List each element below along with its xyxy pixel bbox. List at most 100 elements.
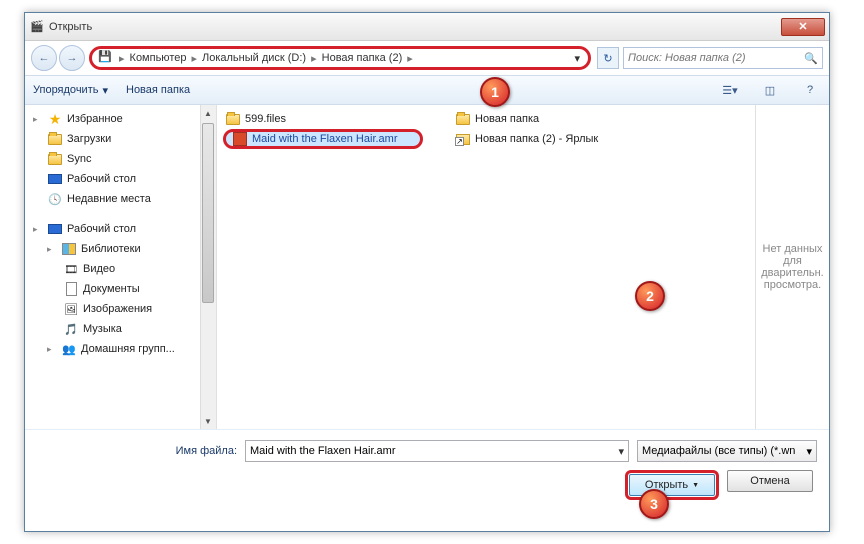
tree-favorites[interactable]: ▸ ★ Избранное [25, 109, 216, 129]
tree-label: Изображения [83, 303, 152, 315]
file-item-selected[interactable]: Maid with the Flaxen Hair.amr [223, 129, 423, 149]
tree-homegroup[interactable]: ▸ 👥 Домашняя групп... [25, 339, 216, 359]
open-dialog: 🎬 Открыть ✕ ← → 💾 ▸ Компьютер ▸ Локальны… [24, 12, 830, 532]
homegroup-icon: 👥 [61, 341, 77, 357]
nav-row: ← → 💾 ▸ Компьютер ▸ Локальный диск (D:) … [25, 41, 829, 75]
chevron-right-icon: ▸ [404, 52, 416, 65]
new-folder-button[interactable]: Новая папка [126, 84, 190, 96]
search-input[interactable] [628, 52, 818, 64]
filetype-filter[interactable]: Медиафайлы (все типы) (*.wn ▾ [637, 440, 817, 462]
forward-button[interactable]: → [59, 45, 85, 71]
tree-desktop-root[interactable]: ▸Рабочий стол [25, 219, 216, 239]
file-name: Maid with the Flaxen Hair.amr [252, 133, 398, 145]
folder-icon [47, 131, 63, 147]
folder-icon [455, 111, 471, 127]
filename-label: Имя файла: [37, 445, 237, 457]
help-button[interactable]: ? [799, 80, 821, 100]
folder-icon [225, 111, 241, 127]
video-icon: 🎞 [63, 261, 79, 277]
cancel-button[interactable]: Отмена [727, 470, 813, 492]
chevron-right-icon: ▸ [188, 52, 200, 65]
tree-label: Sync [67, 153, 91, 165]
file-column: Новая папка Новая папка (2) - Ярлык [453, 109, 683, 425]
sidebar-scrollbar[interactable]: ▲ ▼ [200, 105, 216, 429]
button-row: Открыть ▼ Отмена [37, 470, 817, 500]
annotation-marker-3: 3 [639, 489, 669, 519]
file-item-folder[interactable]: 599.files [223, 109, 453, 129]
annotation-marker-1: 1 [480, 77, 510, 107]
media-file-icon [232, 131, 248, 147]
dialog-body: ▸ ★ Избранное Загрузки Sync Рабочий стол 🕓… [25, 105, 829, 429]
scroll-up-icon[interactable]: ▲ [200, 105, 216, 121]
collapse-icon: ▸ [47, 344, 57, 355]
tree-label: Библиотеки [81, 243, 141, 255]
back-button[interactable]: ← [31, 45, 57, 71]
star-icon: ★ [47, 111, 63, 127]
chevron-right-icon: ▸ [308, 52, 320, 65]
titlebar: 🎬 Открыть ✕ [25, 13, 829, 41]
breadcrumb-part[interactable]: Новая папка (2) [320, 52, 405, 64]
tree-sync[interactable]: Sync [25, 149, 216, 169]
close-icon: ✕ [798, 20, 807, 33]
refresh-button[interactable]: ↻ [597, 47, 619, 69]
chevron-down-icon: ▾ [806, 445, 812, 458]
file-item-shortcut[interactable]: Новая папка (2) - Ярлык [453, 129, 683, 149]
music-icon: 🎵 [63, 321, 79, 337]
tree-libraries[interactable]: ▸ Библиотеки [25, 239, 216, 259]
tree-label: Домашняя групп... [81, 343, 175, 355]
address-bar[interactable]: 💾 ▸ Компьютер ▸ Локальный диск (D:) ▸ Но… [89, 46, 591, 70]
file-name: 599.files [245, 113, 286, 125]
breadcrumb-part[interactable]: Компьютер [128, 52, 189, 64]
filename-input[interactable]: Maid with the Flaxen Hair.amr ▾ [245, 440, 629, 462]
window-title: Открыть [49, 21, 781, 33]
preview-text: Нет данных для дварительн. просмотра. [760, 243, 825, 291]
arrow-left-icon: ← [39, 52, 50, 64]
cancel-label: Отмена [750, 475, 789, 487]
chevron-down-icon[interactable]: ▾ [618, 445, 624, 458]
view-mode-button[interactable]: ☰▾ [719, 80, 741, 100]
tree-label: Недавние места [67, 193, 151, 205]
collapse-icon: ▸ [33, 114, 43, 125]
monitor-icon [47, 171, 63, 187]
tree-recent[interactable]: 🕓 Недавние места [25, 189, 216, 209]
search-box[interactable]: 🔍 [623, 47, 823, 69]
chevron-right-icon: ▸ [116, 52, 128, 65]
file-name: Новая папка (2) - Ярлык [475, 133, 598, 145]
search-icon: 🔍 [804, 52, 818, 65]
file-column: 599.files Maid with the Flaxen Hair.amr [223, 109, 453, 425]
file-name: Новая папка [475, 113, 539, 125]
organize-button[interactable]: Упорядочить ▾ [33, 84, 108, 97]
open-button[interactable]: Открыть ▼ [629, 474, 715, 496]
navigation-pane: ▸ ★ Избранное Загрузки Sync Рабочий стол 🕓… [25, 105, 217, 429]
tree-video[interactable]: 🎞Видео [25, 259, 216, 279]
filter-label: Медиафайлы (все типы) (*.wn [642, 445, 795, 457]
tree-desktop[interactable]: Рабочий стол [25, 169, 216, 189]
chevron-down-icon: ▾ [102, 84, 108, 97]
preview-pane-button[interactable]: ◫ [759, 80, 781, 100]
folder-icon [47, 151, 63, 167]
tree-downloads[interactable]: Загрузки [25, 129, 216, 149]
address-dropdown[interactable]: ▾ [570, 52, 584, 65]
tree-label: Загрузки [67, 133, 111, 145]
scrollbar-thumb[interactable] [202, 123, 214, 303]
drive-icon: 💾 [98, 50, 114, 66]
nav-buttons: ← → [31, 45, 85, 71]
close-button[interactable]: ✕ [781, 18, 825, 36]
tree-label: Музыка [83, 323, 122, 335]
scroll-down-icon[interactable]: ▼ [200, 413, 216, 429]
recent-icon: 🕓 [47, 191, 63, 207]
monitor-icon [47, 221, 63, 237]
pictures-icon: 🖼 [63, 301, 79, 317]
tree-label: Рабочий стол [67, 223, 136, 235]
toolbar: Упорядочить ▾ Новая папка ☰▾ ◫ ? [25, 75, 829, 105]
tree-music[interactable]: 🎵 Музыка [25, 319, 216, 339]
tree-label: Избранное [67, 113, 123, 125]
file-list-pane: 599.files Maid with the Flaxen Hair.amr … [217, 105, 755, 429]
tree-documents[interactable]: Документы [25, 279, 216, 299]
breadcrumb-part[interactable]: Локальный диск (D:) [200, 52, 308, 64]
tree-pictures[interactable]: 🖼 Изображения [25, 299, 216, 319]
shortcut-icon [455, 131, 471, 147]
open-button-highlight: Открыть ▼ [625, 470, 719, 500]
file-item-folder[interactable]: Новая папка [453, 109, 683, 129]
collapse-icon: ▸ [47, 244, 57, 255]
